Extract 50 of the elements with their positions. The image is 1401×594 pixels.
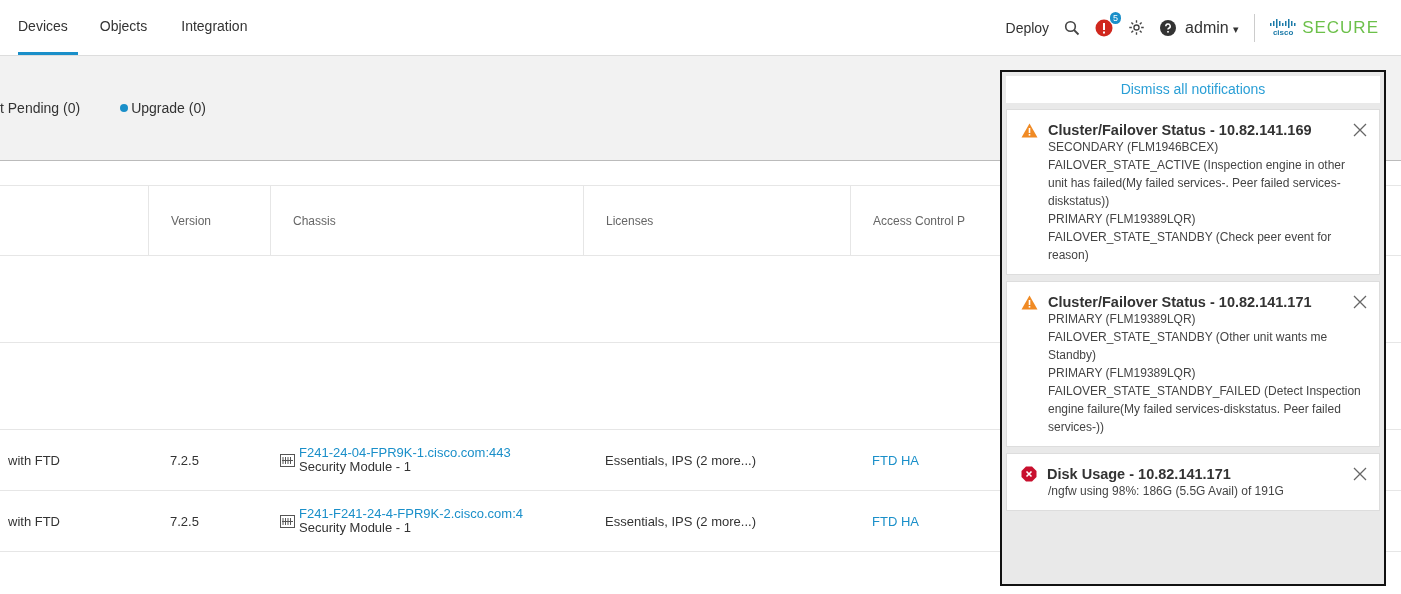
notification-title: Cluster/Failover Status - 10.82.141.171 — [1048, 294, 1313, 310]
warning-icon — [1021, 122, 1038, 138]
status-filter[interactable]: t Pending (0) — [0, 100, 81, 116]
notification-text: FAILOVER_STATE_ACTIVE (Inspection engine in other unit has failed(My failed services-. Peer failed services-diskstatus)) — [1048, 157, 1347, 210]
search-icon[interactable] — [1064, 19, 1081, 36]
close-icon[interactable] — [1353, 295, 1367, 309]
notification-count: 5 — [1110, 11, 1122, 24]
warning-icon — [1021, 294, 1038, 310]
notification-text: SECONDARY (FLM1946BCEX) — [1048, 139, 1220, 156]
status-filter[interactable]: Upgrade (0) — [120, 100, 206, 116]
notification-title: Disk Usage - 10.82.141.171 — [1047, 466, 1232, 482]
policy-link[interactable]: FTD HA — [872, 513, 919, 529]
notification-text: PRIMARY (FLM19389LQR) — [1048, 211, 1197, 228]
table-cell: with FTD — [8, 513, 60, 529]
column-header: Version — [171, 213, 212, 228]
table-cell: Essentials, IPS (2 more...) — [605, 513, 756, 529]
logo-wordmark: cisco — [1272, 27, 1294, 37]
module-label: Security Module - 1 — [299, 460, 412, 474]
notification-text: PRIMARY (FLM19389LQR) — [1048, 311, 1197, 328]
table-cell: Essentials, IPS (2 more...) — [605, 452, 756, 468]
table-cell: 7.2.5 — [170, 452, 199, 468]
chassis-icon — [280, 453, 295, 467]
error-icon — [1021, 466, 1037, 482]
notification-text: /ngfw using 98%: 186G (5.5G Avail) of 191G — [1048, 483, 1285, 500]
table-cell: 7.2.5 — [170, 513, 199, 529]
logo-bars-icon — [1270, 18, 1297, 28]
chassis-link[interactable]: F241-F241-24-4-FPR9K-2.cisco.com:4 — [299, 507, 523, 521]
notification-text: FAILOVER_STATE_STANDBY_FAILED (Detect Inspection engine failure(My failed services-diskstatus. Peer failed services-)) — [1048, 383, 1362, 436]
module-label: Security Module - 1 — [299, 521, 412, 535]
help-icon[interactable] — [1160, 19, 1177, 36]
chassis-link[interactable]: F241-24-04-FPR9K-1.cisco.com:443 — [299, 446, 511, 460]
settings-icon[interactable] — [1128, 19, 1146, 36]
notification-text: FAILOVER_STATE_STANDBY (Check peer event for reason) — [1048, 229, 1333, 264]
alert-icon[interactable] — [1095, 18, 1114, 37]
chassis-icon — [280, 514, 295, 528]
notification-text: FAILOVER_STATE_STANDBY (Other unit wants me Standby) — [1048, 329, 1329, 364]
column-header: Chassis — [293, 213, 336, 228]
nav-tab[interactable]: Objects — [87, 0, 160, 55]
policy-link[interactable]: FTD HA — [872, 452, 919, 468]
user-menu[interactable]: admin ▾ — [1185, 18, 1240, 37]
column-header: Access Control P — [873, 213, 966, 228]
close-icon[interactable] — [1353, 123, 1367, 137]
logo-product-name: SECURE — [1302, 17, 1379, 38]
column-header: Licenses — [606, 213, 654, 228]
notification-title: Cluster/Failover Status - 10.82.141.169 — [1048, 122, 1313, 138]
close-icon[interactable] — [1353, 467, 1367, 481]
nav-tab[interactable]: Integration — [169, 0, 260, 55]
table-cell: with FTD — [8, 452, 60, 468]
notification-text: PRIMARY (FLM19389LQR) — [1048, 365, 1197, 382]
deploy-link[interactable]: Deploy — [1005, 19, 1050, 36]
